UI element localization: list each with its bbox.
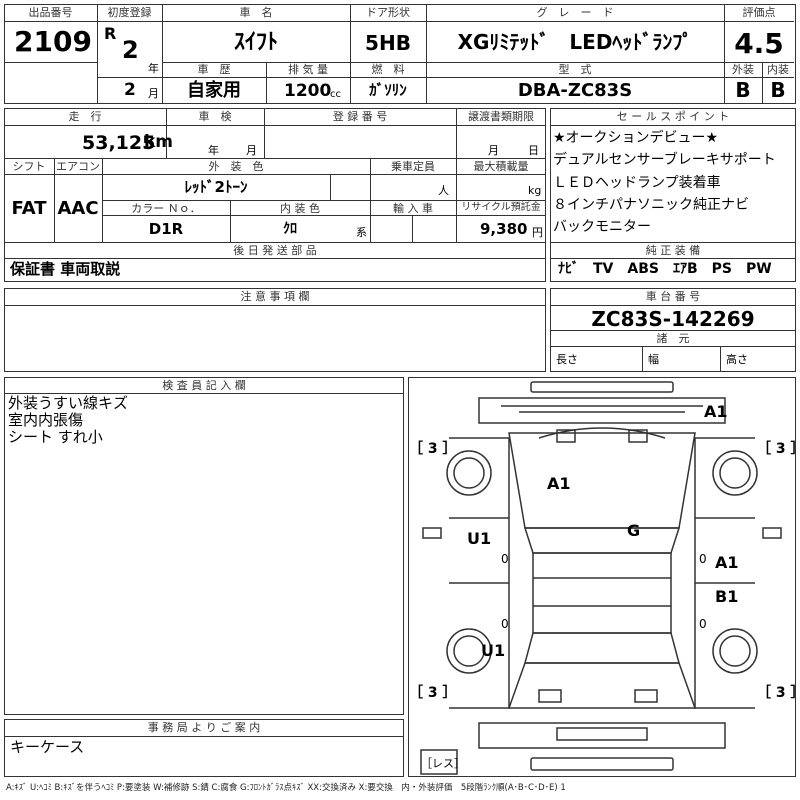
ext-color: ﾚｯﾄﾞ2ﾄｰﾝ bbox=[184, 178, 248, 196]
capacity-label: 乗車定員 bbox=[391, 160, 435, 173]
legend: A:ｷｽﾞ U:ﾍｺﾐ B:ｷｽﾞを伴うﾍｺﾐ P:要塗装 W:補修跡 S:錆 … bbox=[6, 783, 566, 793]
month-unit: 月 bbox=[148, 87, 159, 100]
grade-label: グ レ ー ド bbox=[536, 6, 614, 19]
inspector-note: 室内内張傷 bbox=[8, 411, 84, 429]
chassis-label: 車 台 番 号 bbox=[645, 290, 701, 303]
inspector-note: 外装うすい線キズ bbox=[8, 394, 129, 412]
height-label: 高さ bbox=[726, 353, 748, 366]
sales-point: デュアルセンサーブレーキサポート bbox=[553, 152, 776, 168]
shift: FAT bbox=[11, 198, 47, 219]
inspection-label: 車 検 bbox=[198, 110, 232, 123]
length-label: 長さ bbox=[556, 353, 578, 366]
office-note: キーケース bbox=[10, 738, 85, 756]
zero-mark: 0 bbox=[501, 552, 509, 566]
lot-no-label: 出品番号 bbox=[28, 6, 73, 19]
era-label: R bbox=[104, 24, 117, 43]
load-label: 最大積載量 bbox=[473, 160, 529, 173]
int-color: ｸﾛ bbox=[283, 221, 297, 237]
capacity-unit: 人 bbox=[438, 184, 449, 197]
reg-month: 2 bbox=[124, 80, 136, 100]
chassis-number: ZC83S-142269 bbox=[591, 307, 755, 331]
history: 自家用 bbox=[187, 80, 241, 101]
import-label: 輸 入 車 bbox=[393, 202, 433, 215]
zero-mark: 0 bbox=[501, 617, 509, 631]
notes-label: 注 意 事 項 欄 bbox=[240, 290, 310, 303]
shift-label: シフト bbox=[12, 160, 46, 173]
ext-grade-label: 外装 bbox=[732, 63, 754, 76]
recycle-fee: 9,380 bbox=[480, 220, 528, 238]
damage-mark: U1 bbox=[481, 641, 506, 660]
int-grade: B bbox=[770, 78, 786, 102]
later-parts-label: 後 日 発 送 部 品 bbox=[233, 244, 317, 257]
later-parts: 保証書 車両取説 bbox=[10, 260, 121, 278]
grade: XGﾘﾐﾃｯﾄﾞ LEDﾍｯﾄﾞﾗﾝﾌﾟ bbox=[457, 30, 693, 54]
fuel: ｶﾞｿﾘﾝ bbox=[369, 81, 407, 99]
recycle-label: リサイクル預託金 bbox=[461, 202, 541, 213]
sales-point: バックモニター bbox=[553, 219, 651, 235]
score-label: 評価点 bbox=[742, 6, 776, 19]
zero-mark: 0 bbox=[699, 552, 707, 566]
fuel-label: 燃 料 bbox=[371, 63, 405, 76]
tire-tread-rear-left: ［ 3 ］ bbox=[409, 685, 457, 701]
car-name: ｽｲﾌﾄ bbox=[233, 30, 278, 55]
ext-grade: B bbox=[735, 78, 751, 102]
damage-mark: G bbox=[627, 521, 641, 540]
model: DBA-ZC83S bbox=[517, 80, 633, 101]
int-grade-label: 内装 bbox=[767, 63, 789, 76]
damage-mark: U1 bbox=[467, 529, 492, 548]
inspector-note: シート すれ小 bbox=[8, 428, 103, 446]
score: 4.5 bbox=[734, 27, 784, 60]
spare-tire-status: ［レス］ bbox=[421, 757, 465, 770]
door-type: 5HB bbox=[365, 31, 411, 55]
color-no: D1R bbox=[148, 220, 184, 238]
ext-color-label: 外 装 色 bbox=[208, 160, 264, 173]
damage-mark: B1 bbox=[715, 587, 739, 606]
sales-point: ８インチパナソニック純正ナビ bbox=[553, 197, 749, 213]
lot-number: 2109 bbox=[14, 25, 92, 58]
history-label: 車 歴 bbox=[197, 63, 231, 76]
transfer-label: 譲渡書類期限 bbox=[468, 110, 534, 123]
transfer-day: 日 bbox=[528, 144, 539, 157]
tire-tread-front-right: ［ 3 ］ bbox=[757, 441, 800, 457]
ac: AAC bbox=[57, 198, 99, 219]
damage-mark: A1 bbox=[547, 474, 571, 493]
car-outline bbox=[420, 381, 782, 775]
mileage-unit: km bbox=[144, 132, 174, 152]
sales-point: ＬＥＤヘッドランプ装着車 bbox=[553, 175, 721, 191]
displacement-unit: cc bbox=[330, 89, 341, 100]
year-unit: 年 bbox=[148, 62, 159, 75]
displacement-label: 排 気 量 bbox=[288, 63, 328, 76]
displacement: 1200 bbox=[284, 81, 332, 101]
damage-mark: A1 bbox=[704, 402, 728, 421]
inspector-label: 検 査 員 記 入 欄 bbox=[162, 379, 246, 392]
car-diagram: A1 A1 G U1 A1 B1 U1 0 0 0 0 ［ 3 ］ ［ 3 ］ … bbox=[408, 377, 800, 777]
zero-mark: 0 bbox=[699, 617, 707, 631]
model-label: 型 式 bbox=[558, 63, 592, 76]
reg-no-label: 登 録 番 号 bbox=[332, 110, 388, 123]
equipment-label: 純 正 装 備 bbox=[645, 244, 701, 257]
equipment: ﾅﾋﾞ TV ABS ｴｱB PS PW bbox=[558, 261, 772, 277]
width-label: 幅 bbox=[648, 353, 659, 366]
transfer-month: 月 bbox=[488, 144, 499, 157]
color-no-label: カラー Ｎｏ． bbox=[131, 202, 201, 215]
tire-tread-rear-right: ［ 3 ］ bbox=[757, 685, 800, 701]
reg-year: 2 bbox=[122, 36, 139, 64]
car-name-label: 車 名 bbox=[239, 6, 273, 19]
load-unit: kg bbox=[528, 184, 542, 197]
ac-label: エアコン bbox=[56, 160, 100, 173]
sales-points-label: セ ー ル ス ポ イ ン ト bbox=[616, 110, 730, 123]
int-color-label: 内 装 色 bbox=[280, 202, 320, 215]
inspection-month-unit: 月 bbox=[246, 144, 257, 157]
mileage-label: 走 行 bbox=[68, 110, 102, 123]
inspection-year-unit: 年 bbox=[208, 144, 219, 157]
damage-mark: A1 bbox=[715, 553, 739, 572]
int-color-unit: 系 bbox=[356, 226, 367, 239]
tire-tread-front-left: ［ 3 ］ bbox=[409, 441, 457, 457]
recycle-unit: 円 bbox=[532, 226, 543, 239]
office-label: 事 務 局 よ り ご 案 内 bbox=[147, 721, 261, 734]
door-label: ドア形状 bbox=[366, 6, 410, 19]
specs-label: 諸 元 bbox=[656, 332, 690, 345]
sales-point: ★オークションデビュー★ bbox=[553, 130, 719, 146]
first-reg-label: 初度登録 bbox=[107, 6, 152, 19]
